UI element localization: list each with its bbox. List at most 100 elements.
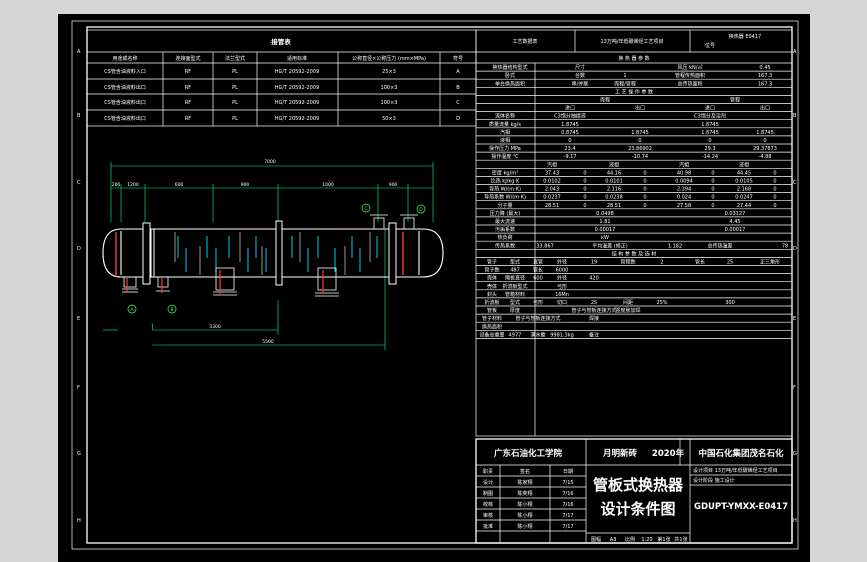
inout-head: 进口 (705, 105, 715, 112)
side-mark: D (793, 246, 797, 252)
dim-segment: 200 (112, 182, 121, 188)
param-label: 液相 (500, 137, 510, 144)
side-mark: D (77, 246, 81, 252)
side-mark: F (793, 385, 796, 391)
project-name: 13万吨/年低碳烯烃工艺项目 (600, 38, 663, 45)
sig-cell: 校核 (483, 501, 493, 508)
prop-value: 0 (711, 187, 714, 193)
spec-cell: 尺寸 (575, 64, 585, 71)
dim-bottom: 3300 (209, 324, 221, 330)
param-value: 1.8745 (631, 130, 649, 136)
struct-cell: 9981.3kg (550, 332, 574, 338)
nozzle-cell: A (456, 69, 460, 75)
prop-value: 2.043 (545, 187, 559, 193)
param-label: 操作温度 ℃ (491, 153, 519, 160)
side-mark: G (793, 451, 797, 457)
param-value: 29.37873 (753, 146, 777, 152)
prop-value: 0.0101 (605, 179, 623, 185)
extra-value: 1.81 (599, 219, 610, 225)
extra-value: 78 (782, 243, 788, 249)
param-value: 0 (568, 138, 571, 144)
scale-cell: 图幅 (591, 536, 601, 543)
struct-cell: 弓形 (533, 299, 543, 306)
dim-segment: 1000 (322, 182, 334, 188)
extra-value: 4.45 (729, 219, 740, 225)
struct-cell: 壳体 (487, 275, 497, 282)
company-name: 中国石化集团茂名石化 (698, 448, 784, 459)
struct-cell: 420 (589, 276, 599, 282)
nozzle-cell: PL (232, 100, 238, 106)
prop-value: 27.44 (737, 203, 751, 209)
prop-value: 0 (643, 195, 646, 201)
param-value: 1.8745 (701, 122, 719, 128)
struct-cell: 2 (660, 260, 663, 266)
prop-value: 0.0237 (543, 195, 561, 201)
nozzle-cell: RF (185, 116, 191, 122)
struct-cell: 4977 (509, 332, 522, 338)
spec-section-title: 换 热 器 参 数 (618, 55, 649, 62)
prop-value: 0 (583, 203, 586, 209)
nozzle-cell: HG/T 20592-2009 (275, 85, 319, 91)
struct-cell: 25% (656, 300, 667, 306)
struct-cell: 间距 (623, 299, 633, 306)
struct-cell: 管板 (487, 307, 497, 314)
struct-cell: 6000 (556, 268, 569, 274)
struct-cell: 型式 (510, 299, 520, 306)
balloon-label: B (170, 307, 173, 313)
scale-cell: A3 (610, 537, 617, 543)
prop-value: 0.0102 (543, 179, 561, 185)
struct-cell: 管程数 (620, 259, 635, 266)
nozzle-cell: 100×3 (381, 85, 398, 91)
year: 2020年 (652, 448, 685, 459)
struct-cell: 管子材料 (482, 315, 502, 322)
struct-cell: 管子与管板连接方式 (571, 307, 616, 314)
tube-side-head: 管程 (730, 97, 740, 104)
spec-cell: 总传热面积 (677, 80, 702, 87)
nozzle-cell: PL (232, 69, 238, 75)
struct-cell: 折流板型式 (502, 283, 527, 290)
extra-value: kW (601, 235, 609, 241)
prop-value: 44.45 (737, 170, 751, 176)
sig-cell: 陈小翔 (517, 523, 532, 530)
nozzle-cell: HG/T 20592-2009 (275, 69, 319, 75)
param-value: 0.8745 (561, 130, 579, 136)
struct-cell: 外径 (557, 275, 567, 282)
param-value: 0 (763, 138, 766, 144)
spec-cell: 壳程/管程 (614, 80, 636, 87)
sig-cell: 陈小翔 (517, 501, 532, 508)
side-mark: C (793, 180, 797, 186)
side-mark: A (793, 49, 797, 55)
prop-value: 0 (711, 195, 714, 201)
nozzle-cell: 100×3 (381, 100, 398, 106)
spec-cell: 1 (623, 73, 626, 79)
side-mark: B (793, 113, 797, 119)
nozzle-cell: PL (232, 116, 238, 122)
sig-cell: 批准 (483, 523, 493, 530)
nozzle-cell: CS管含油液料出口 (104, 84, 146, 91)
struct-cell: 强度胀加焊 (615, 307, 640, 314)
struct-cell: 25 (727, 260, 733, 266)
prop-value: 0 (583, 170, 586, 176)
extra-label: 压力降 (最大) (490, 210, 521, 217)
prop-value: 37.43 (545, 170, 559, 176)
prop-value: 0 (583, 195, 586, 201)
prop-label: 密度 kg/m³ (492, 169, 518, 176)
param-label: 质量流量 kg/s (489, 121, 521, 128)
side-mark: B (77, 113, 81, 119)
sig-head: 职责 (483, 468, 493, 475)
project-info: 设计项目 13万吨/年低碳烯烃工艺项目 (693, 467, 778, 474)
nozzle-cell: HG/T 20592-2009 (275, 116, 319, 122)
prop-value: 0.0094 (675, 179, 693, 185)
prop-value: 0 (711, 179, 714, 185)
struct-cell: 管子数 (484, 267, 499, 274)
phase-head: 汽相 (679, 161, 689, 168)
project-label: 工艺数据表 (512, 38, 537, 45)
nozzle-cell: CS管含油液料出口 (104, 99, 146, 106)
struct-cell: 设备总重量 (479, 331, 504, 338)
nozzle-cell: CS管含油液料入口 (104, 68, 146, 75)
prop-value: 28.51 (545, 203, 559, 209)
extra-value: 0.00017 (725, 227, 746, 233)
phase-head: 汽相 (547, 161, 557, 168)
struct-cell: 换热面积 (482, 323, 502, 330)
sig-head: 日期 (563, 469, 573, 475)
